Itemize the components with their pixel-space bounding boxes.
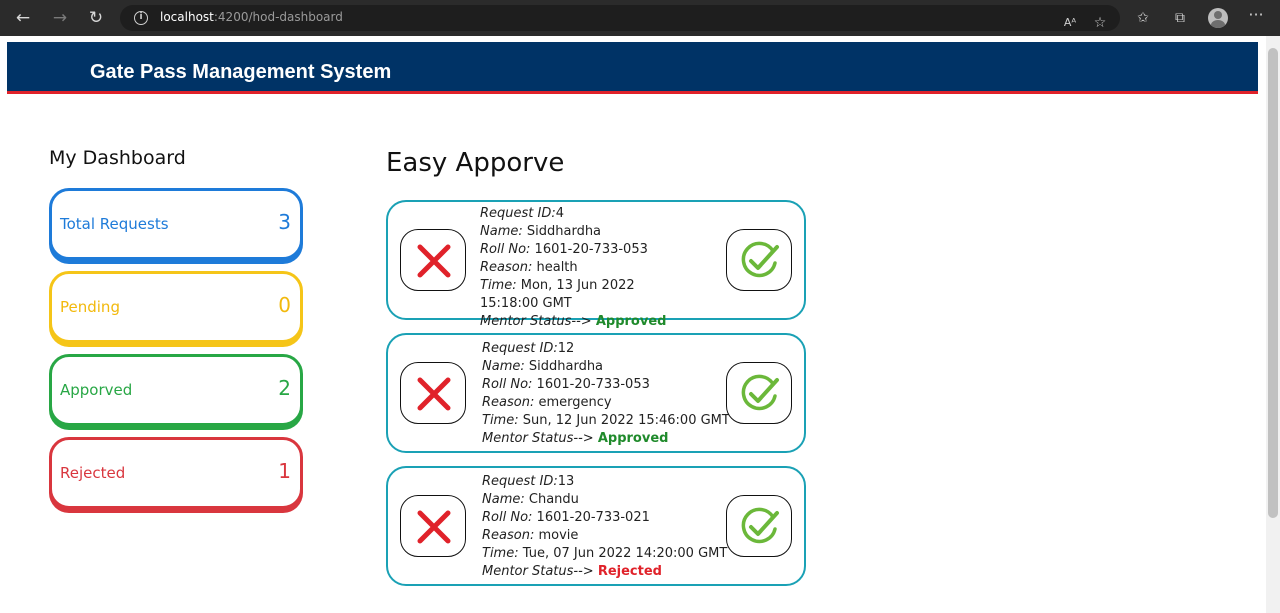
reject-x-icon [417, 510, 451, 544]
reason-value: movie [538, 528, 579, 543]
request-id-row: Request ID:12 [482, 341, 575, 356]
time-row: Time: Mon, 13 Jun 2022 15:18:00 GMT [480, 278, 635, 311]
reason-value: emergency [538, 395, 612, 410]
forward-arrow-icon[interactable]: → [49, 7, 71, 29]
approve-check-icon [741, 374, 779, 411]
time-row: Time: Tue, 07 Jun 2022 14:20:00 GMT [482, 546, 728, 561]
reject-x-icon [417, 244, 451, 278]
stat-count: 3 [278, 210, 291, 234]
time-row: Time: Sun, 12 Jun 2022 15:46:00 GMT [482, 413, 730, 428]
main-title: Easy Apporve [386, 148, 565, 178]
request-id-row: Request ID:13 [482, 474, 575, 489]
time-value: Sun, 12 Jun 2022 15:46:00 GMT [522, 413, 730, 428]
url-text[interactable]: localhost:4200/hod-dashboard [160, 10, 343, 24]
request-id-row: Request ID:4 [480, 206, 565, 221]
reject-x-icon [417, 377, 451, 411]
reason-row: Reason: health [480, 260, 578, 275]
name-value: Siddhardha [528, 359, 604, 374]
add-favorite-icon[interactable]: ☆ [1090, 13, 1110, 33]
mentor-status-row: Mentor Status--> Approved [480, 314, 667, 329]
request-id-value: 4 [555, 206, 565, 221]
request-details: Request ID:12 Name: Siddhardha Roll No: … [482, 340, 730, 448]
reject-button[interactable] [400, 495, 466, 557]
name-row: Name: Siddhardha [482, 359, 604, 374]
stat-label: Pending [60, 298, 120, 316]
request-details: Request ID:4 Name: Siddhardha Roll No: 1… [480, 205, 696, 331]
approve-button[interactable] [726, 495, 792, 557]
total-requests-card[interactable]: Total Requests 3 [49, 188, 303, 260]
roll-no-value: 1601-20-733-021 [536, 510, 650, 525]
roll-no-value: 1601-20-733-053 [536, 377, 650, 392]
roll-no-row: Roll No: 1601-20-733-021 [482, 510, 650, 525]
request-id-value: 12 [557, 341, 575, 356]
profile-avatar-icon[interactable] [1208, 8, 1228, 28]
mentor-status-value: Approved [597, 431, 669, 446]
mentor-status-row: Mentor Status--> Rejected [482, 564, 662, 579]
time-value: Tue, 07 Jun 2022 14:20:00 GMT [522, 546, 728, 561]
reason-row: Reason: emergency [482, 395, 612, 410]
collections-icon[interactable]: ⧉ [1170, 8, 1190, 28]
read-aloud-icon[interactable]: Aᴬ [1060, 13, 1080, 33]
more-menu-icon[interactable]: ··· [1246, 7, 1266, 28]
stat-label: Total Requests [60, 215, 169, 233]
name-row: Name: Chandu [482, 492, 579, 507]
url-host: localhost [160, 10, 214, 24]
url-path: :4200/hod-dashboard [213, 10, 343, 24]
app-title: Gate Pass Management System [90, 61, 392, 83]
approve-button[interactable] [726, 229, 792, 291]
stat-count: 2 [278, 376, 291, 400]
mentor-status-value: Rejected [597, 564, 662, 579]
pending-card[interactable]: Pending 0 [49, 271, 303, 343]
reload-icon[interactable]: ↻ [85, 7, 107, 29]
approve-button[interactable] [726, 362, 792, 424]
dashboard-title: My Dashboard [49, 147, 186, 169]
request-card: Request ID:13 Name: Chandu Roll No: 1601… [386, 466, 806, 586]
stat-count: 1 [278, 459, 291, 483]
roll-no-value: 1601-20-733-053 [534, 242, 648, 257]
app-header: Gate Pass Management System [7, 42, 1258, 94]
browser-toolbar: ← → ↻ i localhost:4200/hod-dashboard Aᴬ … [0, 0, 1280, 36]
back-arrow-icon[interactable]: ← [12, 7, 34, 29]
name-value: Siddhardha [526, 224, 602, 239]
roll-no-row: Roll No: 1601-20-733-053 [480, 242, 648, 257]
request-details: Request ID:13 Name: Chandu Roll No: 1601… [482, 473, 727, 581]
roll-no-row: Roll No: 1601-20-733-053 [482, 377, 650, 392]
rejected-card[interactable]: Rejected 1 [49, 437, 303, 509]
name-row: Name: Siddhardha [480, 224, 602, 239]
request-id-value: 13 [557, 474, 575, 489]
mentor-status-row: Mentor Status--> Approved [482, 431, 669, 446]
stat-count: 0 [278, 293, 291, 317]
mentor-status-value: Approved [595, 314, 667, 329]
site-info-icon[interactable]: i [134, 11, 148, 25]
reject-button[interactable] [400, 229, 466, 291]
reason-row: Reason: movie [482, 528, 579, 543]
name-value: Chandu [528, 492, 579, 507]
favorites-icon[interactable]: ✩ [1133, 8, 1153, 28]
request-card: Request ID:4 Name: Siddhardha Roll No: 1… [386, 200, 806, 329]
scrollbar-thumb[interactable] [1268, 48, 1278, 518]
reason-value: health [536, 260, 578, 275]
reject-button[interactable] [400, 362, 466, 424]
address-bar[interactable]: i localhost:4200/hod-dashboard Aᴬ ☆ [120, 5, 1120, 31]
request-card: Request ID:12 Name: Siddhardha Roll No: … [386, 333, 806, 453]
approved-card[interactable]: Apporved 2 [49, 354, 303, 426]
approve-check-icon [741, 507, 779, 544]
stat-label: Apporved [60, 381, 133, 399]
stat-label: Rejected [60, 464, 126, 482]
approve-check-icon [741, 241, 779, 278]
